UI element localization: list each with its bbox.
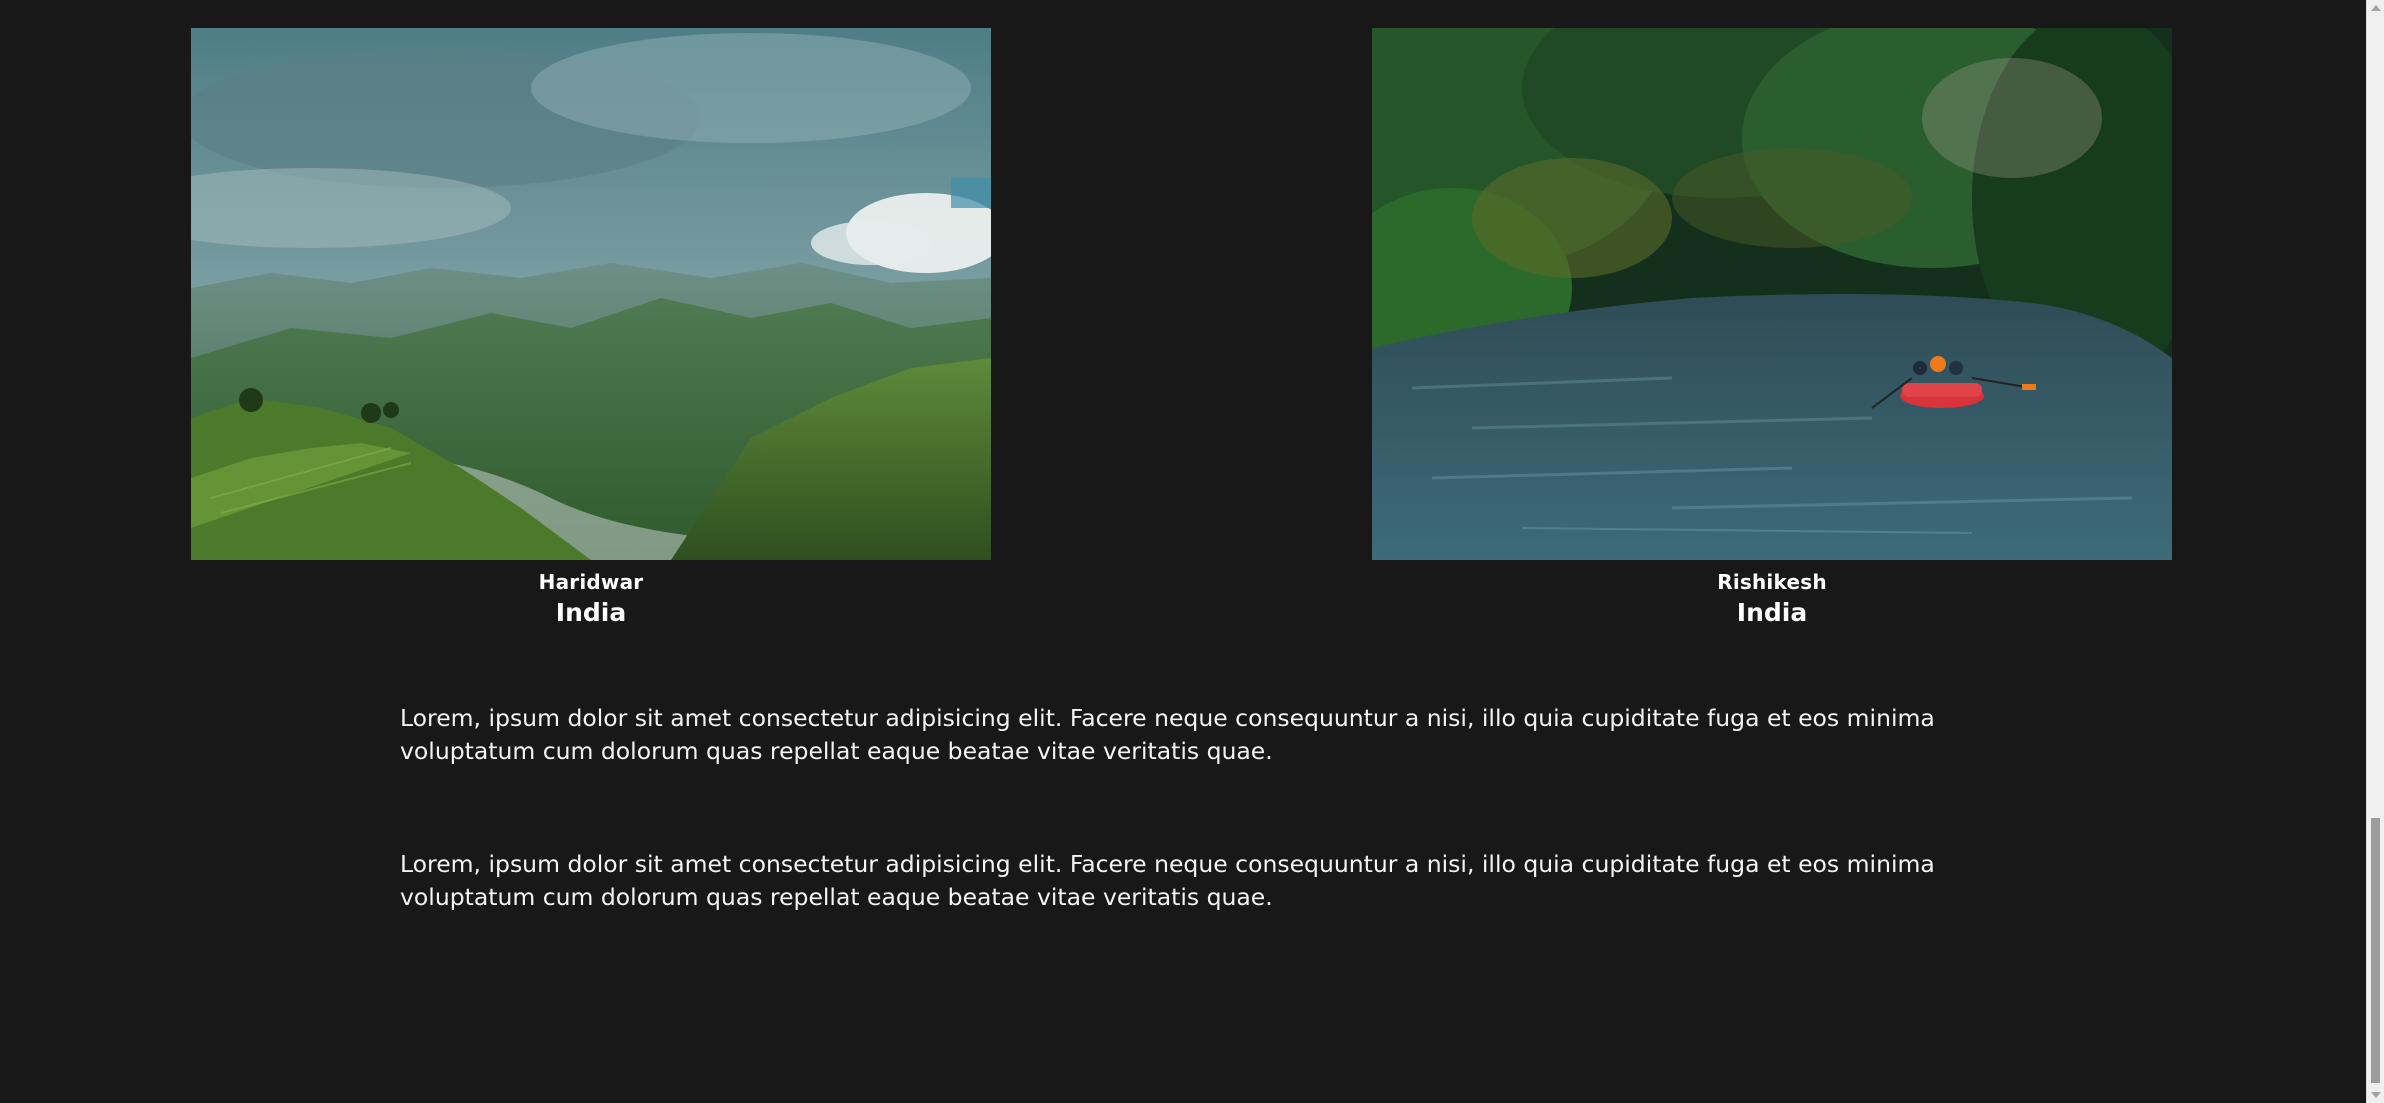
- destination-card-rishikesh[interactable]: Rishikesh India: [1372, 28, 2172, 630]
- description-paragraph: Lorem, ipsum dolor sit amet consectetur …: [400, 704, 1935, 765]
- haridwar-caption: Haridwar India: [191, 570, 991, 630]
- river-rafting-image: [1372, 28, 2172, 560]
- destination-card-haridwar[interactable]: Haridwar India: [191, 28, 991, 630]
- haridwar-photo: [191, 28, 991, 560]
- rishikesh-photo: [1372, 28, 2172, 560]
- scroll-up-arrow-icon[interactable]: [2371, 5, 2381, 11]
- vertical-scrollbar[interactable]: [2366, 0, 2384, 1103]
- page: Haridwar India Rishikesh India Lorem, ip…: [0, 0, 2384, 1103]
- scrollbar-thumb[interactable]: [2371, 818, 2380, 1083]
- country-name: India: [555, 598, 627, 627]
- country-name: India: [1736, 598, 1808, 627]
- rishikesh-caption: Rishikesh India: [1372, 570, 2172, 630]
- description-paragraph: Lorem, ipsum dolor sit amet consectetur …: [400, 850, 1935, 911]
- city-name: Haridwar: [538, 570, 644, 594]
- mountain-valley-image: [191, 28, 991, 560]
- city-name: Rishikesh: [1717, 570, 1827, 594]
- scroll-down-arrow-icon[interactable]: [2371, 1092, 2381, 1098]
